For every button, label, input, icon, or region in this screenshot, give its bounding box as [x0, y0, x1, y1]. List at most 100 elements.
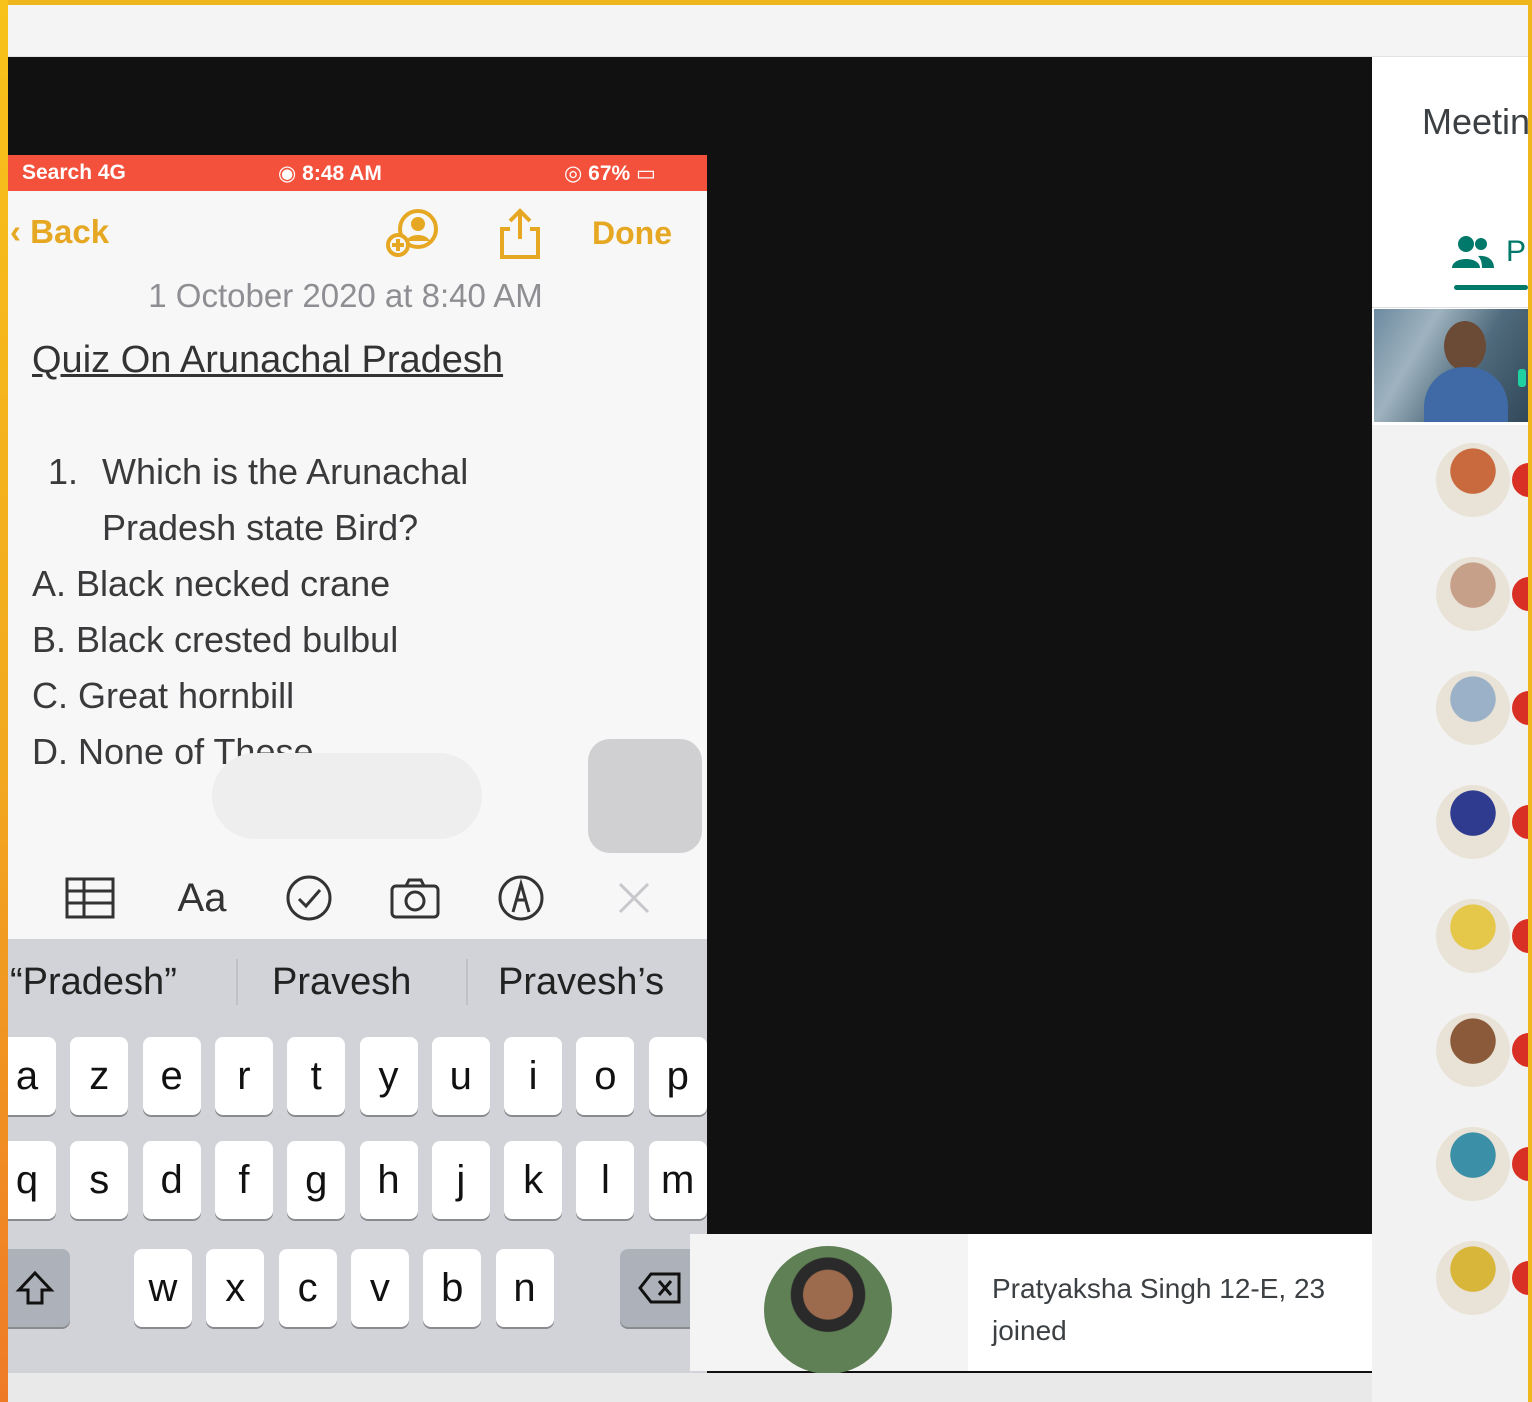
notes-format-toolbar: Aa — [8, 855, 707, 939]
backspace-icon — [638, 1272, 681, 1304]
key-e[interactable]: e — [142, 1037, 201, 1115]
suggestion-1[interactable]: “Pradesh” — [10, 961, 177, 1004]
mic-muted-badge — [1512, 1147, 1528, 1181]
participant-item[interactable] — [1372, 1223, 1528, 1337]
table-icon[interactable] — [64, 873, 116, 923]
key-j[interactable]: j — [431, 1141, 490, 1219]
close-icon[interactable] — [612, 873, 656, 923]
question-number: 1. — [48, 451, 79, 492]
key-o[interactable]: o — [576, 1037, 635, 1115]
joined-user-avatar — [764, 1246, 892, 1374]
mic-muted-badge — [1512, 919, 1528, 953]
suggestion-3[interactable]: Pravesh’s — [498, 961, 664, 1004]
markup-pen-icon[interactable] — [496, 873, 546, 923]
avatar — [1436, 557, 1510, 631]
avatar — [1436, 785, 1510, 859]
key-z[interactable]: z — [70, 1037, 129, 1115]
key-q[interactable]: q — [8, 1141, 56, 1219]
notes-nav-bar: ‹ Back Done — [8, 191, 707, 277]
key-p[interactable]: p — [648, 1037, 707, 1115]
note-title[interactable]: Quiz On Arunachal Pradesh — [32, 339, 503, 382]
mic-muted-badge — [1512, 691, 1528, 725]
mic-muted-badge — [1512, 577, 1528, 611]
key-u[interactable]: u — [431, 1037, 490, 1115]
key-m[interactable]: m — [648, 1141, 707, 1219]
key-x[interactable]: x — [206, 1249, 265, 1327]
participant-list — [1372, 425, 1528, 1402]
mic-muted-badge — [1512, 1261, 1528, 1295]
tab-active-indicator — [1454, 285, 1528, 290]
participant-item[interactable] — [1372, 767, 1528, 881]
mic-muted-badge — [1512, 1033, 1528, 1067]
key-y[interactable]: y — [359, 1037, 418, 1115]
share-icon[interactable] — [490, 207, 550, 261]
active-speaker-tile[interactable] — [1374, 309, 1528, 422]
toast-avatar-area — [690, 1234, 968, 1374]
key-w[interactable]: w — [134, 1249, 192, 1327]
browser-top-bar — [8, 5, 1528, 57]
participant-joined-toast: Pratyaksha Singh 12-E, 23 joined — [690, 1234, 1372, 1374]
key-g[interactable]: g — [287, 1141, 346, 1219]
key-i[interactable]: i — [504, 1037, 563, 1115]
key-r[interactable]: r — [214, 1037, 273, 1115]
toast-message: Pratyaksha Singh 12-E, 23 joined — [992, 1268, 1352, 1352]
add-person-icon[interactable] — [384, 207, 444, 261]
key-b[interactable]: b — [423, 1249, 482, 1327]
window-frame-left — [0, 0, 8, 1402]
status-time-text: 8:48 AM — [302, 162, 382, 185]
text-format-button[interactable]: Aa — [172, 873, 232, 923]
avatar — [1436, 1013, 1510, 1087]
assistive-touch-button[interactable] — [588, 739, 702, 853]
key-a[interactable]: a — [8, 1037, 56, 1115]
key-f[interactable]: f — [214, 1141, 273, 1219]
avatar — [1436, 1241, 1510, 1315]
key-s[interactable]: s — [70, 1141, 129, 1219]
participant-item[interactable] — [1372, 881, 1528, 995]
participant-item[interactable] — [1372, 995, 1528, 1109]
camera-icon[interactable] — [388, 873, 442, 923]
done-button[interactable]: Done — [592, 215, 672, 252]
tab-people[interactable]: P — [1450, 217, 1528, 287]
question-line-2: Pradesh state Bird? — [102, 507, 419, 548]
key-h[interactable]: h — [359, 1141, 418, 1219]
audio-level-icon — [1518, 369, 1526, 387]
participant-item[interactable] — [1372, 653, 1528, 767]
participant-item[interactable] — [1372, 425, 1528, 539]
key-c[interactable]: c — [278, 1249, 337, 1327]
toast-user-name: Pratyaksha Singh 12-E, 23 — [992, 1273, 1326, 1304]
question-line-1: Which is the Arunachal — [102, 451, 469, 492]
ghost-toolbar — [212, 753, 482, 839]
option-c: C. Great hornbill — [32, 675, 295, 716]
speaker-body — [1424, 367, 1508, 422]
ios-keyboard: “Pradesh” Pravesh Pravesh’s azertyuiop qs… — [8, 939, 707, 1373]
option-a: A. Black necked crane — [32, 563, 391, 604]
participant-item[interactable] — [1372, 539, 1528, 653]
avatar — [1436, 443, 1510, 517]
status-battery: ◎ 67% ▭ — [564, 162, 656, 185]
participant-item[interactable] — [1372, 1109, 1528, 1223]
key-n[interactable]: n — [495, 1249, 554, 1327]
key-t[interactable]: t — [287, 1037, 346, 1115]
key-d[interactable]: d — [142, 1141, 201, 1219]
note-date: 1 October 2020 at 8:40 AM — [148, 277, 543, 314]
status-time: ◉ 8:48 AM — [278, 162, 382, 185]
suggestion-divider — [466, 959, 468, 1005]
speaker-head — [1444, 321, 1486, 371]
suggestion-2[interactable]: Pravesh — [272, 961, 411, 1004]
shift-key[interactable] — [8, 1249, 70, 1327]
avatar — [1436, 671, 1510, 745]
backspace-key[interactable] — [620, 1249, 700, 1327]
avatar — [1436, 1127, 1510, 1201]
key-l[interactable]: l — [576, 1141, 635, 1219]
shift-icon — [15, 1270, 55, 1305]
key-k[interactable]: k — [504, 1141, 563, 1219]
tab-people-label: P — [1506, 235, 1527, 268]
people-icon — [1452, 236, 1494, 268]
checklist-icon[interactable] — [284, 873, 334, 923]
avatar — [1436, 899, 1510, 973]
option-b: B. Black crested bulbul — [32, 619, 399, 660]
panel-title: Meetin — [1422, 101, 1528, 142]
back-button-label: Back — [30, 213, 110, 250]
key-v[interactable]: v — [350, 1249, 409, 1327]
back-button[interactable]: ‹ Back — [10, 213, 109, 251]
